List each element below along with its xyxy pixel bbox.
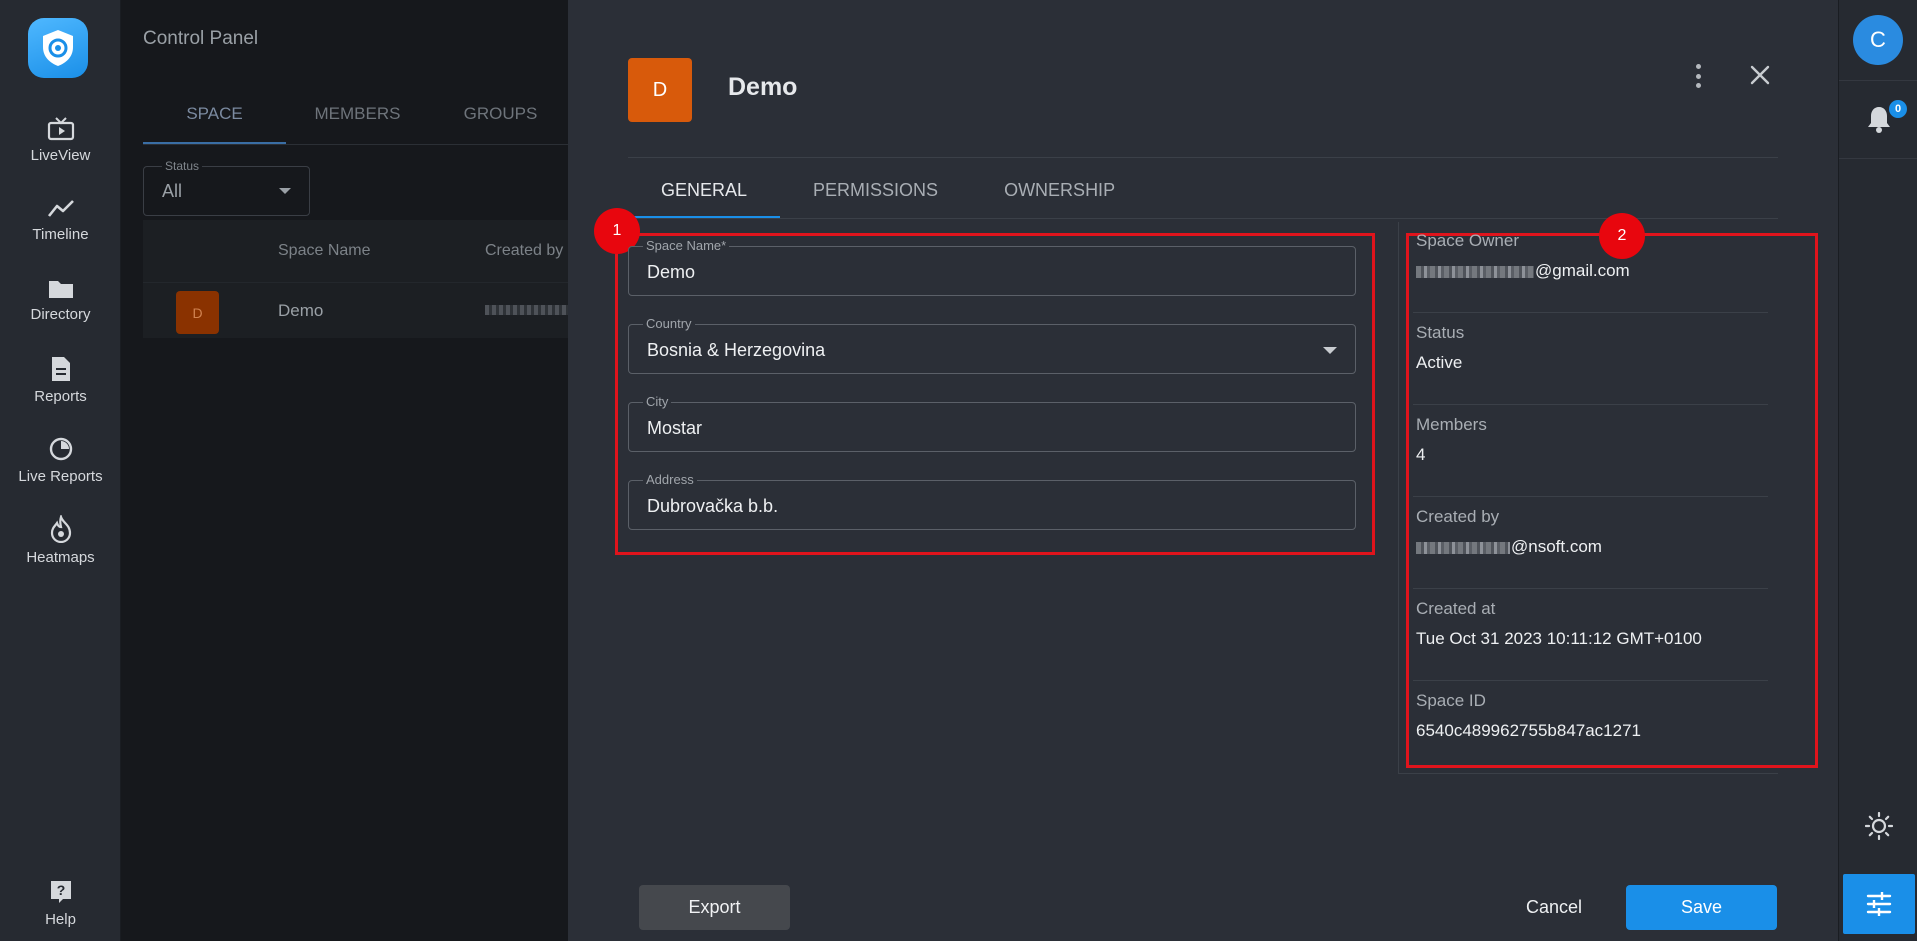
status-filter-label: Status xyxy=(162,159,203,173)
user-avatar[interactable]: C xyxy=(1853,15,1903,65)
table-row[interactable]: D Demo xyxy=(143,282,571,338)
info-value: @gmail.com xyxy=(1416,261,1630,281)
nav-live-reports[interactable]: Live Reports xyxy=(0,425,121,495)
chevron-down-icon xyxy=(279,188,291,194)
control-panel-button[interactable] xyxy=(1843,874,1915,934)
shield-logo-icon xyxy=(43,30,73,66)
right-toolbar: C 0 xyxy=(1838,0,1917,941)
space-avatar: D xyxy=(628,58,692,122)
chevron-down-icon[interactable] xyxy=(1323,347,1337,354)
nav-liveview[interactable]: LiveView xyxy=(0,105,121,175)
svg-text:?: ? xyxy=(56,882,65,898)
creator-email: @nsoft.com xyxy=(1511,537,1602,556)
info-value: Active xyxy=(1416,353,1463,372)
nav-label: Heatmaps xyxy=(26,548,95,566)
info-label: Created by xyxy=(1416,507,1500,526)
tab-space[interactable]: SPACE xyxy=(143,92,286,144)
country-select[interactable]: Country Bosnia & Herzegovina xyxy=(628,316,1356,374)
address-field[interactable]: Address Dubrovačka b.b. xyxy=(628,472,1356,530)
tab-permissions[interactable]: PERMISSIONS xyxy=(780,160,971,218)
cancel-button[interactable]: Cancel xyxy=(1509,885,1599,930)
timeline-icon xyxy=(47,199,74,217)
field-label: Country xyxy=(643,316,695,331)
nav-heatmaps[interactable]: Heatmaps xyxy=(0,505,121,575)
field-label: Space Name* xyxy=(643,238,730,253)
modal-tabs: GENERAL PERMISSIONS OWNERSHIP xyxy=(628,160,1148,218)
info-space-owner: Space Owner @gmail.com xyxy=(1413,221,1768,313)
info-members: Members 4 xyxy=(1413,405,1768,497)
folder-icon xyxy=(48,280,73,298)
nav-label: Directory xyxy=(30,305,91,323)
info-status: Status Active xyxy=(1413,313,1768,405)
sliders-icon xyxy=(1866,892,1892,916)
info-label: Status xyxy=(1416,323,1465,342)
status-filter-select[interactable]: Status All xyxy=(143,159,310,216)
redacted-text xyxy=(1416,541,1510,554)
export-button[interactable]: Export xyxy=(639,885,790,930)
table-header: Space Name Created by xyxy=(143,220,571,282)
info-label: Members xyxy=(1416,415,1487,434)
divider xyxy=(1839,158,1917,159)
redacted-created-by xyxy=(485,305,571,315)
nav-help[interactable]: ? Help xyxy=(0,868,121,938)
theme-toggle-icon[interactable] xyxy=(1865,812,1893,840)
app-logo[interactable] xyxy=(28,18,88,78)
nav-directory[interactable]: Directory xyxy=(0,265,121,335)
status-filter-value: All xyxy=(162,181,183,201)
page-title: Control Panel xyxy=(143,28,259,49)
field-value: Demo xyxy=(647,262,696,282)
info-value: 4 xyxy=(1416,445,1426,464)
field-value: Bosnia & Herzegovina xyxy=(647,340,826,360)
space-name-field[interactable]: Space Name* Demo xyxy=(628,238,1356,296)
nav-label: Help xyxy=(45,910,76,928)
space-name-cell: Demo xyxy=(278,301,324,320)
flame-icon xyxy=(50,514,71,543)
space-details-modal: D Demo GENERAL PERMISSIONS OWNERSHIP 1 S… xyxy=(568,0,1838,941)
control-panel-tabs: SPACE MEMBERS GROUPS xyxy=(143,92,572,144)
save-button[interactable]: Save xyxy=(1626,885,1777,930)
space-avatar: D xyxy=(176,291,219,334)
info-created-at: Created at Tue Oct 31 2023 10:11:12 GMT+… xyxy=(1413,589,1768,681)
tv-icon xyxy=(47,116,74,140)
divider xyxy=(628,157,1778,158)
owner-email: @gmail.com xyxy=(1535,261,1630,280)
info-value: @nsoft.com xyxy=(1416,537,1602,557)
live-report-icon xyxy=(49,437,72,460)
field-label: City xyxy=(643,394,672,409)
info-label: Space ID xyxy=(1416,691,1486,710)
help-icon: ? xyxy=(50,880,71,903)
document-icon xyxy=(51,356,70,381)
left-sidebar: LiveView Timeline Directory Reports Live… xyxy=(0,0,121,941)
divider xyxy=(143,144,571,145)
column-header-space-name[interactable]: Space Name xyxy=(278,242,371,260)
info-created-by: Created by @nsoft.com xyxy=(1413,497,1768,589)
tab-general[interactable]: GENERAL xyxy=(628,160,781,218)
nav-reports[interactable]: Reports xyxy=(0,345,121,415)
field-value: Mostar xyxy=(647,418,703,438)
info-value: 6540c489962755b847ac1271 xyxy=(1416,721,1642,740)
tab-groups[interactable]: GROUPS xyxy=(429,92,572,144)
info-value: Tue Oct 31 2023 10:11:12 GMT+0100 xyxy=(1416,629,1702,648)
nav-label: Live Reports xyxy=(18,467,103,485)
field-value: Dubrovačka b.b. xyxy=(647,496,779,516)
nav-timeline[interactable]: Timeline xyxy=(0,185,121,255)
nav-label: LiveView xyxy=(30,146,91,164)
notification-badge: 0 xyxy=(1889,100,1907,118)
nav-label: Timeline xyxy=(32,225,89,243)
field-label: Address xyxy=(643,472,697,487)
info-label: Created at xyxy=(1416,599,1496,618)
tab-ownership[interactable]: OWNERSHIP xyxy=(971,160,1148,218)
divider xyxy=(1839,80,1917,81)
info-label: Space Owner xyxy=(1416,231,1519,250)
nav-label: Reports xyxy=(34,387,87,405)
close-icon[interactable] xyxy=(1749,64,1771,86)
redacted-text xyxy=(1416,265,1534,278)
city-field[interactable]: City Mostar xyxy=(628,394,1356,452)
modal-title: Demo xyxy=(728,73,798,101)
more-options-icon[interactable] xyxy=(1688,64,1708,88)
column-header-created-by[interactable]: Created by xyxy=(485,242,563,260)
tab-members[interactable]: MEMBERS xyxy=(286,92,429,144)
info-space-id: Space ID 6540c489962755b847ac1271 xyxy=(1413,681,1768,773)
